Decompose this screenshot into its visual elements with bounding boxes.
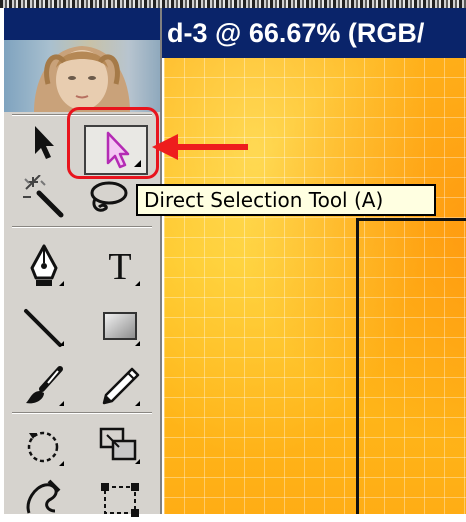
more-tools-indicator	[135, 341, 140, 346]
more-tools-indicator	[59, 281, 64, 286]
canvas-grid	[164, 58, 466, 514]
more-tools-indicator	[135, 401, 140, 406]
lasso-tool-button[interactable]	[84, 176, 136, 222]
pencil-tool-button[interactable]	[94, 364, 146, 410]
magic-wand-icon	[23, 175, 64, 218]
toolbox-divider	[12, 226, 152, 228]
document-title-bar[interactable]: d-3 @ 66.67% (RGB/	[162, 8, 466, 58]
type-tool-button[interactable]: T	[94, 244, 146, 290]
rectangle-tool-button[interactable]	[94, 304, 146, 350]
line-tool-button[interactable]	[18, 304, 70, 350]
selection-tool-button[interactable]	[18, 120, 70, 166]
toolbox-divider	[12, 412, 152, 414]
scale-tool-button[interactable]	[94, 422, 146, 468]
more-tools-indicator	[59, 401, 64, 406]
toolbox-panel: T	[4, 8, 162, 517]
pen-tool-button[interactable]	[18, 244, 70, 290]
warp-tool-button[interactable]	[18, 474, 70, 520]
rotate-tool-button[interactable]	[18, 424, 70, 470]
more-tools-indicator	[135, 459, 140, 464]
more-tools-indicator	[135, 281, 140, 286]
pen-icon	[30, 244, 58, 286]
free-transform-icon	[101, 483, 139, 517]
top-strip	[0, 0, 466, 8]
tool-tooltip: Direct Selection Tool (A)	[136, 184, 436, 216]
toolbox-title-bar[interactable]	[4, 8, 160, 40]
pointer-arrow-icon	[176, 144, 248, 150]
lasso-icon	[90, 181, 128, 212]
canvas-guide-vertical	[356, 218, 359, 514]
highlight-ring	[67, 107, 159, 179]
magic-wand-tool-button[interactable]	[18, 174, 70, 220]
paintbrush-tool-button[interactable]	[18, 364, 70, 410]
document-canvas[interactable]	[164, 58, 466, 514]
free-transform-tool-button[interactable]	[94, 476, 146, 522]
toolbox-header-artwork	[4, 40, 160, 112]
more-tools-indicator	[59, 341, 64, 346]
type-icon: T	[108, 246, 132, 288]
pointer-arrow-head-icon	[152, 134, 178, 160]
more-tools-indicator	[59, 461, 64, 466]
black-arrow-icon	[35, 126, 54, 159]
warp-icon	[26, 479, 61, 514]
canvas-guide-horizontal	[356, 218, 466, 221]
